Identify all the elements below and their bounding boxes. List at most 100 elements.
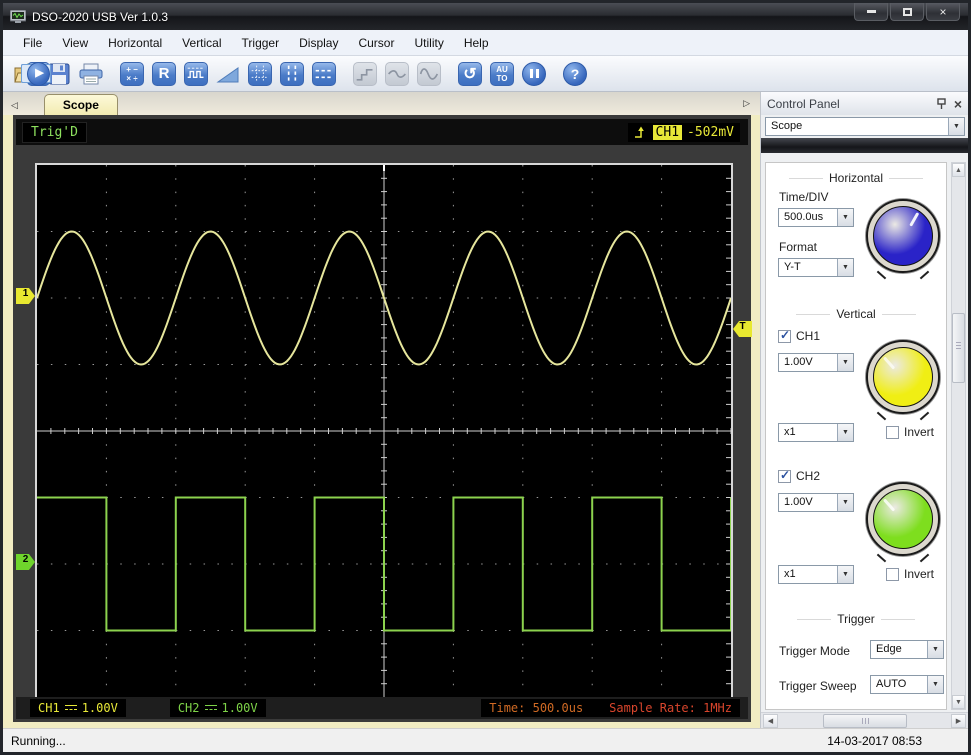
panel-horizontal-scrollbar[interactable]: ◀ ▶ — [761, 712, 968, 728]
ch2-enable-checkbox[interactable]: ✓ CH2 — [778, 467, 820, 483]
vertical-cursors-button[interactable] — [277, 59, 307, 89]
panel-selector-dropdown-icon[interactable]: ▼ — [948, 118, 964, 135]
math-icon: + − × ÷ — [126, 64, 138, 83]
menu-utility[interactable]: Utility — [404, 32, 453, 54]
ramp-button[interactable] — [213, 59, 243, 89]
panel-close-icon[interactable]: × — [954, 97, 962, 111]
trigger-mode-select[interactable]: Edge ▼ — [870, 640, 944, 659]
math-button[interactable]: + − × ÷ — [117, 59, 147, 89]
ch2-coupling-icon — [204, 705, 217, 711]
sample-rate: Sample Rate: 1MHz — [609, 701, 732, 715]
ch1-volts-value: 1.00V — [784, 356, 813, 368]
scroll-right-icon[interactable]: ▶ — [951, 714, 966, 728]
trigger-sweep-select[interactable]: AUTO ▼ — [870, 675, 944, 694]
minimize-button[interactable] — [854, 3, 888, 21]
horizontal-knob[interactable] — [866, 199, 940, 273]
trigger-mode-dropdown-icon[interactable]: ▼ — [927, 641, 943, 658]
vertical-scroll-thumb[interactable] — [952, 313, 965, 383]
control-panel: Control Panel × Scope ▼ Horizontal Time/… — [760, 92, 968, 728]
pause-icon — [529, 69, 539, 78]
ch2-check-icon: ✓ — [780, 467, 791, 482]
ch2-knob-face — [873, 489, 933, 549]
print-button[interactable] — [76, 59, 106, 89]
ch1-position-marker[interactable]: 1 — [16, 288, 35, 304]
ch2-readout: CH2 1.00V — [169, 699, 266, 717]
menu-display[interactable]: Display — [289, 32, 348, 54]
trigger-sweep-value: AUTO — [876, 678, 907, 690]
ch1-readout: CH1 1.00V — [30, 699, 126, 717]
tab-scope[interactable]: Scope — [43, 94, 118, 115]
trigger-section-title: Trigger — [766, 612, 946, 626]
panel-vertical-scrollbar[interactable]: ▲ ▼ — [951, 162, 966, 710]
menu-trigger[interactable]: Trigger — [232, 32, 290, 54]
ch2-volts-select[interactable]: 1.00V ▼ — [778, 493, 854, 512]
toolbar: + − × ÷ R ↺ AU TO ▶ ? — [3, 56, 968, 92]
ch1-probe-select[interactable]: x1 ▼ — [778, 423, 854, 442]
menu-help[interactable]: Help — [454, 32, 499, 54]
trigger-mode-value: Edge — [876, 643, 902, 655]
ch1-position-knob[interactable] — [866, 340, 940, 414]
help-button[interactable]: ? — [560, 59, 590, 89]
ch1-invert-checkbox[interactable]: Invert — [886, 425, 934, 439]
trigger-status: Trig'D — [22, 121, 87, 143]
ch2-probe-select[interactable]: x1 ▼ — [778, 565, 854, 584]
waveform-svg — [37, 165, 731, 697]
menu-view[interactable]: View — [52, 32, 98, 54]
grid-button[interactable] — [245, 59, 275, 89]
ch2-volts-dropdown-icon[interactable]: ▼ — [837, 494, 853, 511]
ch2-probe-dropdown-icon[interactable]: ▼ — [837, 566, 853, 583]
ch2-position-knob[interactable] — [866, 482, 940, 556]
menu-horizontal[interactable]: Horizontal — [98, 32, 172, 54]
tab-scope-label: Scope — [62, 98, 99, 112]
scope-footer: CH1 1.00V CH2 1.00V Time: 500.0us Sample… — [16, 697, 748, 719]
time-div-select[interactable]: 500.0us ▼ — [778, 208, 854, 227]
format-select[interactable]: Y-T ▼ — [778, 258, 854, 277]
panel-divider-band — [761, 138, 968, 153]
horizontal-cursors-button[interactable] — [309, 59, 339, 89]
scroll-left-icon[interactable]: ◀ — [763, 714, 778, 728]
run-button[interactable]: ▶ — [21, 61, 51, 86]
ch2-readout-label: CH2 — [177, 701, 200, 715]
time-per-div: Time: 500.0us — [489, 701, 584, 715]
pulse-train-icon — [187, 67, 204, 78]
trigger-sweep-dropdown-icon[interactable]: ▼ — [927, 676, 943, 693]
panel-selector[interactable]: Scope ▼ — [765, 117, 965, 136]
scroll-down-icon[interactable]: ▼ — [952, 695, 965, 709]
horizontal-scroll-thumb[interactable] — [823, 714, 907, 728]
undo-icon: ↺ — [463, 65, 477, 83]
ch2-invert-label: Invert — [904, 567, 935, 581]
undo-button[interactable]: ↺ — [455, 59, 485, 89]
app-window: DSO-2020 USB Ver 1.0.3 × File View Horiz… — [0, 0, 971, 755]
ch1-enable-checkbox[interactable]: ✓ CH1 — [778, 328, 820, 343]
horizontal-cursors-icon — [315, 69, 333, 78]
maximize-button[interactable] — [890, 3, 924, 21]
ch1-probe-dropdown-icon[interactable]: ▼ — [837, 424, 853, 441]
step-button — [350, 59, 380, 89]
pin-icon[interactable] — [937, 97, 946, 110]
menu-file[interactable]: File — [13, 32, 52, 54]
status-text: Running... — [11, 733, 66, 748]
trigger-edge-icon — [634, 126, 644, 138]
close-button[interactable]: × — [926, 3, 960, 21]
time-div-dropdown-icon[interactable]: ▼ — [837, 209, 853, 226]
menu-vertical[interactable]: Vertical — [172, 32, 231, 54]
pause-button[interactable] — [519, 59, 549, 89]
ch2-position-marker[interactable]: 2 — [16, 554, 35, 570]
ch1-volts-select[interactable]: 1.00V ▼ — [778, 353, 854, 372]
scroll-up-icon[interactable]: ▲ — [952, 163, 965, 177]
help-icon: ? — [570, 65, 580, 82]
menu-cursor[interactable]: Cursor — [348, 32, 404, 54]
ch1-volts-dropdown-icon[interactable]: ▼ — [837, 354, 853, 371]
pulse-train-button[interactable] — [181, 59, 211, 89]
trigger-level-value: -502mV — [687, 124, 734, 140]
reference-button[interactable]: R — [149, 59, 179, 89]
trigger-level-marker[interactable]: T — [733, 321, 752, 337]
tab-scroll-left-icon[interactable]: ◁ — [3, 100, 22, 115]
format-dropdown-icon[interactable]: ▼ — [837, 259, 853, 276]
ch2-invert-checkbox[interactable]: Invert — [886, 567, 934, 581]
ch2-volts-per-div: 1.00V — [221, 701, 258, 715]
tab-scroll-right-icon[interactable]: ▷ — [735, 98, 754, 113]
autoset-button[interactable]: AU TO — [487, 59, 517, 89]
status-datetime: 14-03-2017 08:53 — [827, 733, 922, 748]
grid-icon — [251, 65, 269, 82]
